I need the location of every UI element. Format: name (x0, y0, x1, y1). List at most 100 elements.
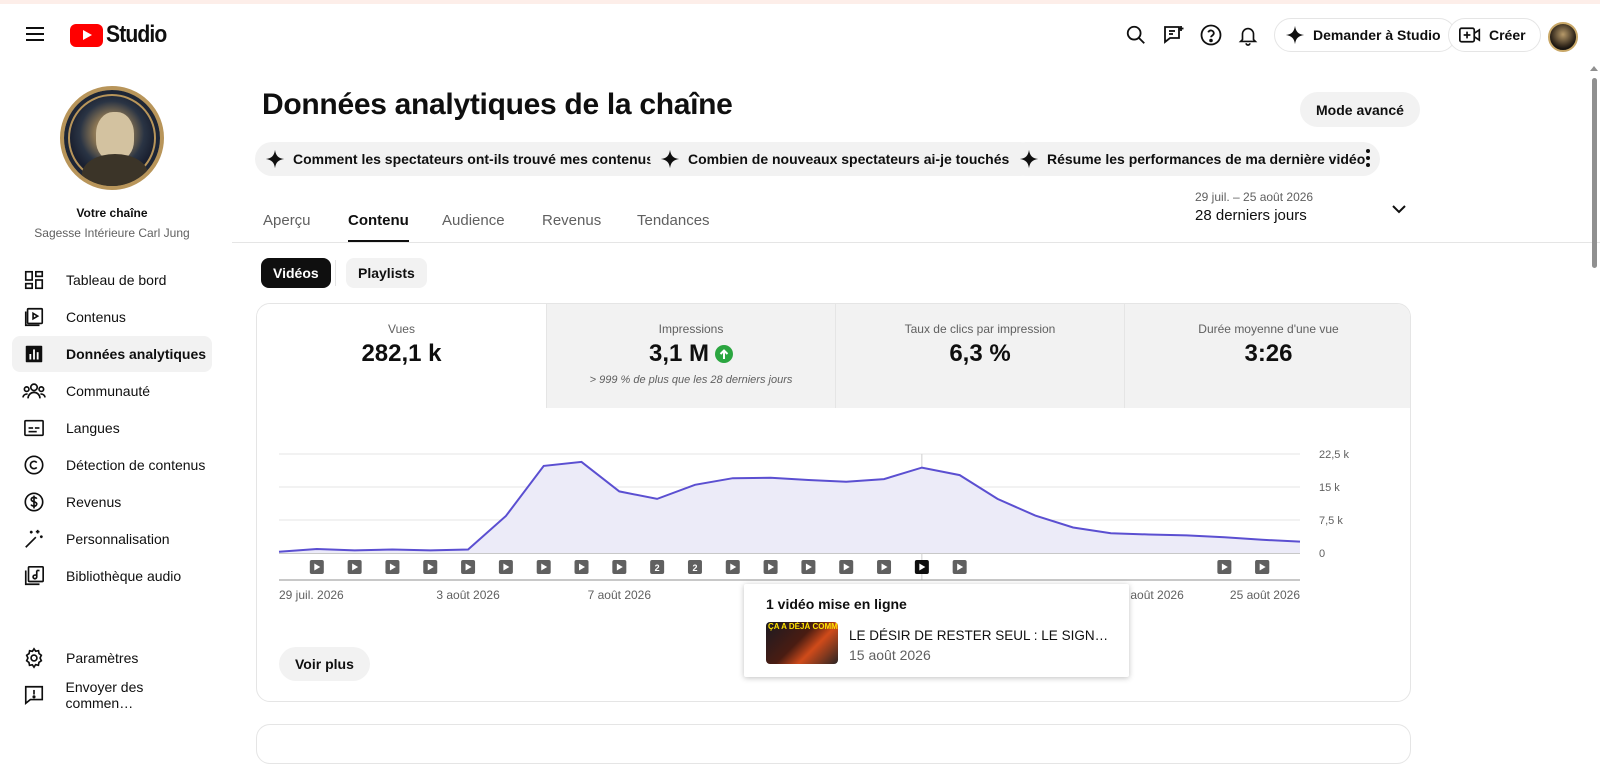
sparkle-icon (1285, 25, 1305, 45)
upload-marker[interactable] (385, 560, 400, 574)
upload-marker[interactable] (612, 560, 627, 574)
metric-ctr[interactable]: Taux de clics par impression 6,3 % (835, 304, 1124, 408)
community-icon (22, 379, 46, 403)
content-icon (22, 305, 46, 329)
upload-marker[interactable]: 2 (687, 560, 702, 574)
suggestion-chip[interactable]: Résume les performances de ma dernière v… (1009, 142, 1381, 176)
upload-marker[interactable]: 2 (650, 560, 665, 574)
metrics-card: Vues 282,1 k Impressions 3,1 M > 999 % d… (256, 303, 1411, 702)
copyright-icon (22, 453, 46, 477)
x-tick-label: 29 juil. 2026 (279, 588, 344, 602)
date-range-selector[interactable]: 29 juil. – 25 août 2026 28 derniers jour… (1195, 190, 1313, 224)
sidebar-item-community[interactable]: Communauté (12, 373, 212, 409)
video-thumbnail[interactable]: ÇA A DÉJÀ COMMENCÉ (766, 622, 838, 664)
sparkle-icon (265, 149, 285, 169)
y-tick-label: 0 (1319, 548, 1325, 560)
channel-title: Votre chaîne (76, 206, 148, 220)
sidebar-item-audio-library[interactable]: Bibliothèque audio (12, 558, 212, 594)
sidebar-item-customization[interactable]: Personnalisation (12, 521, 212, 557)
advanced-mode-button[interactable]: Mode avancé (1300, 92, 1420, 127)
sidebar-item-feedback[interactable]: Envoyer des commen… (12, 677, 212, 713)
tab-audience[interactable]: Audience (442, 212, 505, 240)
tab-revenue[interactable]: Revenus (542, 212, 601, 240)
upload-marker[interactable] (309, 560, 324, 574)
upload-marker[interactable] (347, 560, 362, 574)
create-video-icon (1459, 27, 1481, 43)
chevron-down-icon[interactable] (1390, 202, 1408, 221)
upload-marker[interactable] (1255, 560, 1270, 574)
scrollbar-thumb[interactable] (1592, 78, 1597, 268)
sidebar-item-settings[interactable]: Paramètres (12, 640, 212, 676)
dashboard-icon (22, 268, 46, 292)
metric-views[interactable]: Vues 282,1 k (257, 304, 546, 408)
account-avatar[interactable] (1548, 22, 1578, 52)
audio-library-icon (22, 564, 46, 588)
comments-icon[interactable] (1161, 22, 1187, 48)
tab-overview[interactable]: Aperçu (263, 212, 311, 240)
upload-marker[interactable] (1217, 560, 1232, 574)
scrollbar[interactable] (1588, 64, 1600, 737)
sparkle-icon (1019, 149, 1039, 169)
y-tick-label: 22,5 k (1319, 449, 1349, 461)
sidebar-item-analytics[interactable]: Données analytiques (12, 336, 212, 372)
settings-icon (22, 646, 46, 670)
tab-content[interactable]: Contenu (348, 212, 409, 242)
search-icon[interactable] (1123, 22, 1149, 48)
segment-divider (335, 260, 336, 286)
upload-marker[interactable] (725, 560, 740, 574)
date-range-dates: 29 juil. – 25 août 2026 (1195, 190, 1314, 204)
upload-marker[interactable] (914, 560, 929, 574)
sidebar-item-dashboard[interactable]: Tableau de bord (12, 262, 212, 298)
upload-marker[interactable] (536, 560, 551, 574)
upload-marker[interactable] (801, 560, 816, 574)
y-tick-label: 15 k (1319, 482, 1340, 494)
segment-videos[interactable]: Vidéos (261, 258, 331, 288)
video-date: 15 août 2026 (849, 647, 931, 663)
channel-avatar[interactable] (60, 86, 164, 190)
sidebar-item-languages[interactable]: Langues (12, 410, 212, 446)
ask-studio-button[interactable]: Demander à Studio (1274, 18, 1456, 52)
menu-icon[interactable] (22, 24, 48, 46)
magic-wand-icon (22, 527, 46, 551)
sidebar-item-earn[interactable]: Revenus (12, 484, 212, 520)
x-tick-label: 25 août 2026 (1230, 588, 1300, 602)
see-more-button[interactable]: Voir plus (279, 647, 370, 681)
upload-marker[interactable] (498, 560, 513, 574)
suggestion-chip[interactable]: Comment les spectateurs ont-ils trouvé m… (255, 142, 682, 176)
dollar-icon (22, 490, 46, 514)
upload-marker[interactable] (423, 560, 438, 574)
sparkle-icon (660, 149, 680, 169)
page-title: Données analytiques de la chaîne (262, 88, 733, 121)
next-card (256, 724, 1411, 764)
video-title[interactable]: LE DÉSIR DE RESTER SEUL : LE SIGN… (849, 628, 1108, 643)
more-options-icon[interactable] (1358, 146, 1378, 170)
tab-trends[interactable]: Tendances (637, 212, 710, 240)
metric-impressions[interactable]: Impressions 3,1 M > 999 % de plus que le… (546, 304, 835, 408)
upload-marker[interactable] (877, 560, 892, 574)
sidebar-item-content[interactable]: Contenus (12, 299, 212, 335)
upload-marker[interactable] (952, 560, 967, 574)
upload-marker[interactable] (763, 560, 778, 574)
sidebar-item-copyright[interactable]: Détection de contenus (12, 447, 212, 483)
date-range-label: 28 derniers jours (1195, 207, 1307, 224)
metric-avg-view-duration[interactable]: Durée moyenne d'une vue 3:26 (1124, 304, 1410, 408)
youtube-play-icon (70, 23, 103, 47)
upload-marker[interactable] (574, 560, 589, 574)
analytics-icon (22, 342, 46, 366)
create-button[interactable]: Créer (1448, 18, 1541, 52)
feedback-icon (22, 683, 46, 707)
upload-marker[interactable] (839, 560, 854, 574)
subtitles-icon (22, 416, 46, 440)
upload-marker[interactable] (461, 560, 476, 574)
help-icon[interactable] (1198, 22, 1224, 48)
suggestion-chip[interactable]: Combien de nouveaux spectateurs ai-je to… (650, 142, 1037, 176)
studio-logo[interactable]: Studio (70, 21, 175, 49)
segment-playlists[interactable]: Playlists (346, 258, 427, 288)
y-tick-label: 7,5 k (1319, 515, 1343, 527)
sidebar: Votre chaîne Sagesse Intérieure Carl Jun… (0, 64, 232, 737)
channel-name: Sagesse Intérieure Carl Jung (34, 226, 190, 240)
x-tick-label: 7 août 2026 (588, 588, 652, 602)
views-chart[interactable]: 0 7,5 k 15 k 22,5 k 2 2 29 juil. 2026 3 août 20… (257, 408, 1411, 608)
notifications-icon[interactable] (1235, 22, 1261, 48)
scroll-up-arrow[interactable] (1590, 66, 1598, 71)
